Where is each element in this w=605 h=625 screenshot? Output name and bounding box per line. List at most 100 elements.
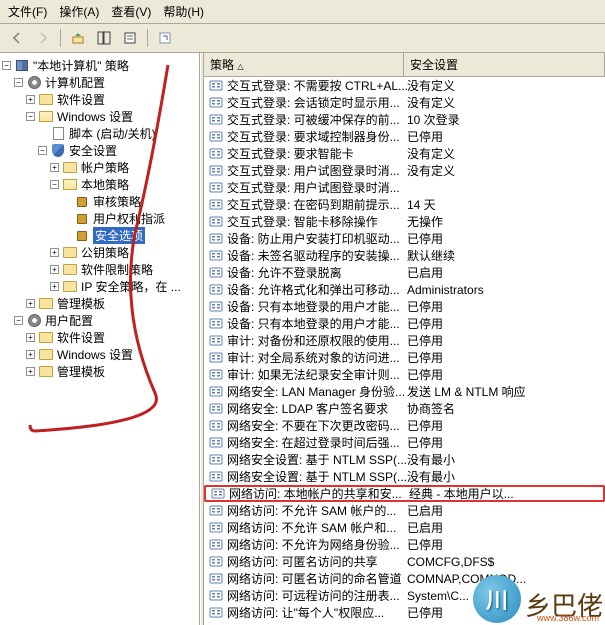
list-row[interactable]: 网络访问: 不允许 SAM 帐户的...已启用 [204,502,605,519]
list-row[interactable]: 交互式登录: 不需要按 CTRL+AL...没有定义 [204,77,605,94]
tree-user-config[interactable]: −用户配置 [2,312,197,329]
collapse-icon[interactable]: − [2,61,11,70]
collapse-icon[interactable]: − [26,112,35,121]
policy-icon [14,59,30,73]
tree-security-options[interactable]: 安全选项 [2,227,197,244]
tree-item[interactable]: +Windows 设置 [2,346,197,363]
expand-icon[interactable]: + [26,95,35,104]
menu-view[interactable]: 查看(V) [111,3,151,20]
tree-item[interactable]: −Windows 设置 [2,108,197,125]
tree-item[interactable]: +软件限制策略 [2,261,197,278]
list-row[interactable]: 设备: 允许不登录脱离已启用 [204,264,605,281]
list-row[interactable]: 交互式登录: 用户试图登录时消... [204,179,605,196]
tree-item[interactable]: +IP 安全策略，在 ... [2,278,197,295]
policy-name: 网络安全: LAN Manager 身份验... [227,383,407,400]
separator [147,29,148,47]
list-row[interactable]: 交互式登录: 在密码到期前提示...14 天 [204,196,605,213]
watermark-logo: 川 [473,575,521,623]
list-row[interactable]: 交互式登录: 要求域控制器身份...已停用 [204,128,605,145]
tree-security-settings[interactable]: −安全设置 [2,142,197,159]
expand-icon[interactable]: + [50,282,59,291]
tree-item[interactable]: +软件设置 [2,91,197,108]
policy-value: Administrators [407,283,484,297]
refresh-button[interactable] [154,27,176,49]
expand-icon[interactable]: + [26,350,35,359]
policy-name: 网络安全设置: 基于 NTLM SSP(... [227,468,407,485]
list-row[interactable]: 设备: 只有本地登录的用户才能...已停用 [204,298,605,315]
list-row[interactable]: 网络访问: 不允许为网络身份验...已停用 [204,536,605,553]
list-row[interactable]: 交互式登录: 会话锁定时显示用...没有定义 [204,94,605,111]
tree-local-policies[interactable]: −本地策略 [2,176,197,193]
policy-icon [208,147,224,161]
collapse-icon[interactable]: − [50,180,59,189]
tree-item[interactable]: 用户权利指派 [2,210,197,227]
back-button[interactable] [6,27,28,49]
tree-item[interactable]: +公钥策略 [2,244,197,261]
list-row[interactable]: 网络访问: 不允许 SAM 帐户和...已启用 [204,519,605,536]
tree-item[interactable]: +管理模板 [2,363,197,380]
policy-value: 已启用 [407,502,443,519]
properties-button[interactable] [119,27,141,49]
tree-item[interactable]: 脚本 (启动/关机) [2,125,197,142]
list-row[interactable]: 网络安全: 在超过登录时间后强...已停用 [204,434,605,451]
list-row[interactable]: 网络安全设置: 基于 NTLM SSP(...没有最小 [204,451,605,468]
show-tree-button[interactable] [93,27,115,49]
expand-icon[interactable]: + [26,299,35,308]
list-row[interactable]: 设备: 未签名驱动程序的安装操...默认继续 [204,247,605,264]
collapse-icon[interactable]: − [14,316,23,325]
list-row[interactable]: 设备: 防止用户安装打印机驱动...已停用 [204,230,605,247]
expand-icon[interactable]: + [26,333,35,342]
tree-item[interactable]: +管理模板 [2,295,197,312]
column-policy[interactable]: 策略 △ [204,53,404,76]
policy-name: 网络安全: LDAP 客户签名要求 [227,400,407,417]
policy-name: 设备: 只有本地登录的用户才能... [227,315,407,332]
list-row[interactable]: 设备: 允许格式化和弹出可移动...Administrators [204,281,605,298]
list-row[interactable]: 审计: 对全局系统对象的访问进...已停用 [204,349,605,366]
policy-value: 发送 LM & NTLM 响应 [407,383,526,400]
folder-icon [38,297,54,311]
tree-item[interactable]: +软件设置 [2,329,197,346]
policy-name: 交互式登录: 智能卡移除操作 [227,213,407,230]
list-row[interactable]: 网络访问: 可匿名访问的共享COMCFG,DFS$ [204,553,605,570]
list-row[interactable]: 网络安全: LDAP 客户签名要求协商签名 [204,400,605,417]
policy-value: 没有定义 [407,145,455,162]
list-row[interactable]: 审计: 对备份和还原权限的使用...已停用 [204,332,605,349]
policy-icon [208,334,224,348]
list-pane[interactable]: 策略 △ 安全设置 交互式登录: 不需要按 CTRL+AL...没有定义交互式登… [204,53,605,625]
expand-icon[interactable]: + [50,248,59,257]
list-row[interactable]: 网络安全: LAN Manager 身份验...发送 LM & NTLM 响应 [204,383,605,400]
tree-pane[interactable]: −"本地计算机" 策略 −计算机配置 +软件设置 −Windows 设置 脚本 … [0,53,200,625]
policy-icon [208,368,224,382]
list-row[interactable]: 交互式登录: 要求智能卡没有定义 [204,145,605,162]
menu-action[interactable]: 操作(A) [59,3,99,20]
column-setting[interactable]: 安全设置 [404,53,605,76]
up-button[interactable] [67,27,89,49]
tree-item[interactable]: 审核策略 [2,193,197,210]
list-row[interactable]: 设备: 只有本地登录的用户才能...已停用 [204,315,605,332]
menu-help[interactable]: 帮助(H) [163,3,204,20]
tree-root[interactable]: −"本地计算机" 策略 [2,57,197,74]
menu-file[interactable]: 文件(F) [8,3,47,20]
tree-computer-config[interactable]: −计算机配置 [2,74,197,91]
list-row[interactable]: 网络访问: 本地帐户的共享和安...经典 - 本地用户以... [204,485,605,502]
tree-item[interactable]: +帐户策略 [2,159,197,176]
policy-value: 已停用 [407,349,443,366]
list-header: 策略 △ 安全设置 [204,53,605,77]
policy-icon [208,96,224,110]
collapse-icon[interactable]: − [14,78,23,87]
expand-icon[interactable]: + [26,367,35,376]
policy-icon [208,113,224,127]
lock-icon [74,195,90,209]
expand-icon[interactable]: + [50,265,59,274]
forward-button[interactable] [32,27,54,49]
list-row[interactable]: 网络安全: 不要在下次更改密码...已停用 [204,417,605,434]
list-row[interactable]: 交互式登录: 可被缓冲保存的前...10 次登录 [204,111,605,128]
policy-value: 已停用 [407,315,443,332]
list-row[interactable]: 网络安全设置: 基于 NTLM SSP(...没有最小 [204,468,605,485]
list-row[interactable]: 审计: 如果无法纪录安全审计则...已停用 [204,366,605,383]
collapse-icon[interactable]: − [38,146,47,155]
list-row[interactable]: 交互式登录: 智能卡移除操作无操作 [204,213,605,230]
list-row[interactable]: 交互式登录: 用户试图登录时消...没有定义 [204,162,605,179]
expand-icon[interactable]: + [50,163,59,172]
policy-name: 网络访问: 让"每个人"权限应... [227,604,407,621]
